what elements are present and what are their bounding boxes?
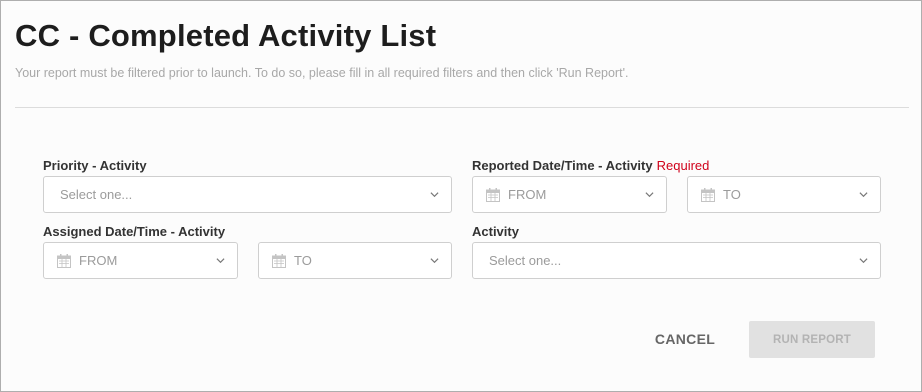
calendar-icon [701,188,715,202]
assigned-from-placeholder: FROM [79,253,118,268]
chevron-down-icon [859,192,868,198]
chevron-down-icon [859,258,868,264]
priority-label-text: Priority - Activity [43,158,147,173]
reported-to-placeholder: TO [723,187,741,202]
required-indicator: Required [656,158,710,173]
report-filter-panel: CC - Completed Activity List Your report… [0,0,922,392]
chevron-down-icon [216,258,225,264]
assigned-to-date[interactable]: TO [258,242,452,279]
priority-select-placeholder: Select one... [60,187,133,202]
activity-select[interactable]: Select one... [472,242,881,279]
chevron-down-icon [430,258,439,264]
assigned-to-placeholder: TO [294,253,312,268]
page-subtitle: Your report must be filtered prior to la… [15,66,629,80]
cancel-button[interactable]: CANCEL [645,323,725,355]
assigned-label: Assigned Date/Time - Activity [43,224,225,239]
activity-label: Activity [472,224,519,239]
reported-label: Reported Date/Time - Activity Required [472,158,709,173]
activity-select-placeholder: Select one... [489,253,562,268]
divider [15,107,909,108]
assigned-from-date[interactable]: FROM [43,242,238,279]
priority-select[interactable]: Select one... [43,176,452,213]
reported-to-date[interactable]: TO [687,176,881,213]
chevron-down-icon [430,192,439,198]
reported-label-text: Reported Date/Time - Activity [472,158,653,173]
priority-label: Priority - Activity [43,158,147,173]
run-report-button[interactable]: RUN REPORT [749,321,875,358]
reported-from-placeholder: FROM [508,187,547,202]
page-title: CC - Completed Activity List [15,18,437,53]
activity-label-text: Activity [472,224,519,239]
calendar-icon [57,254,71,268]
reported-from-date[interactable]: FROM [472,176,667,213]
assigned-label-text: Assigned Date/Time - Activity [43,224,226,239]
chevron-down-icon [645,192,654,198]
calendar-icon [486,188,500,202]
calendar-icon [272,254,286,268]
